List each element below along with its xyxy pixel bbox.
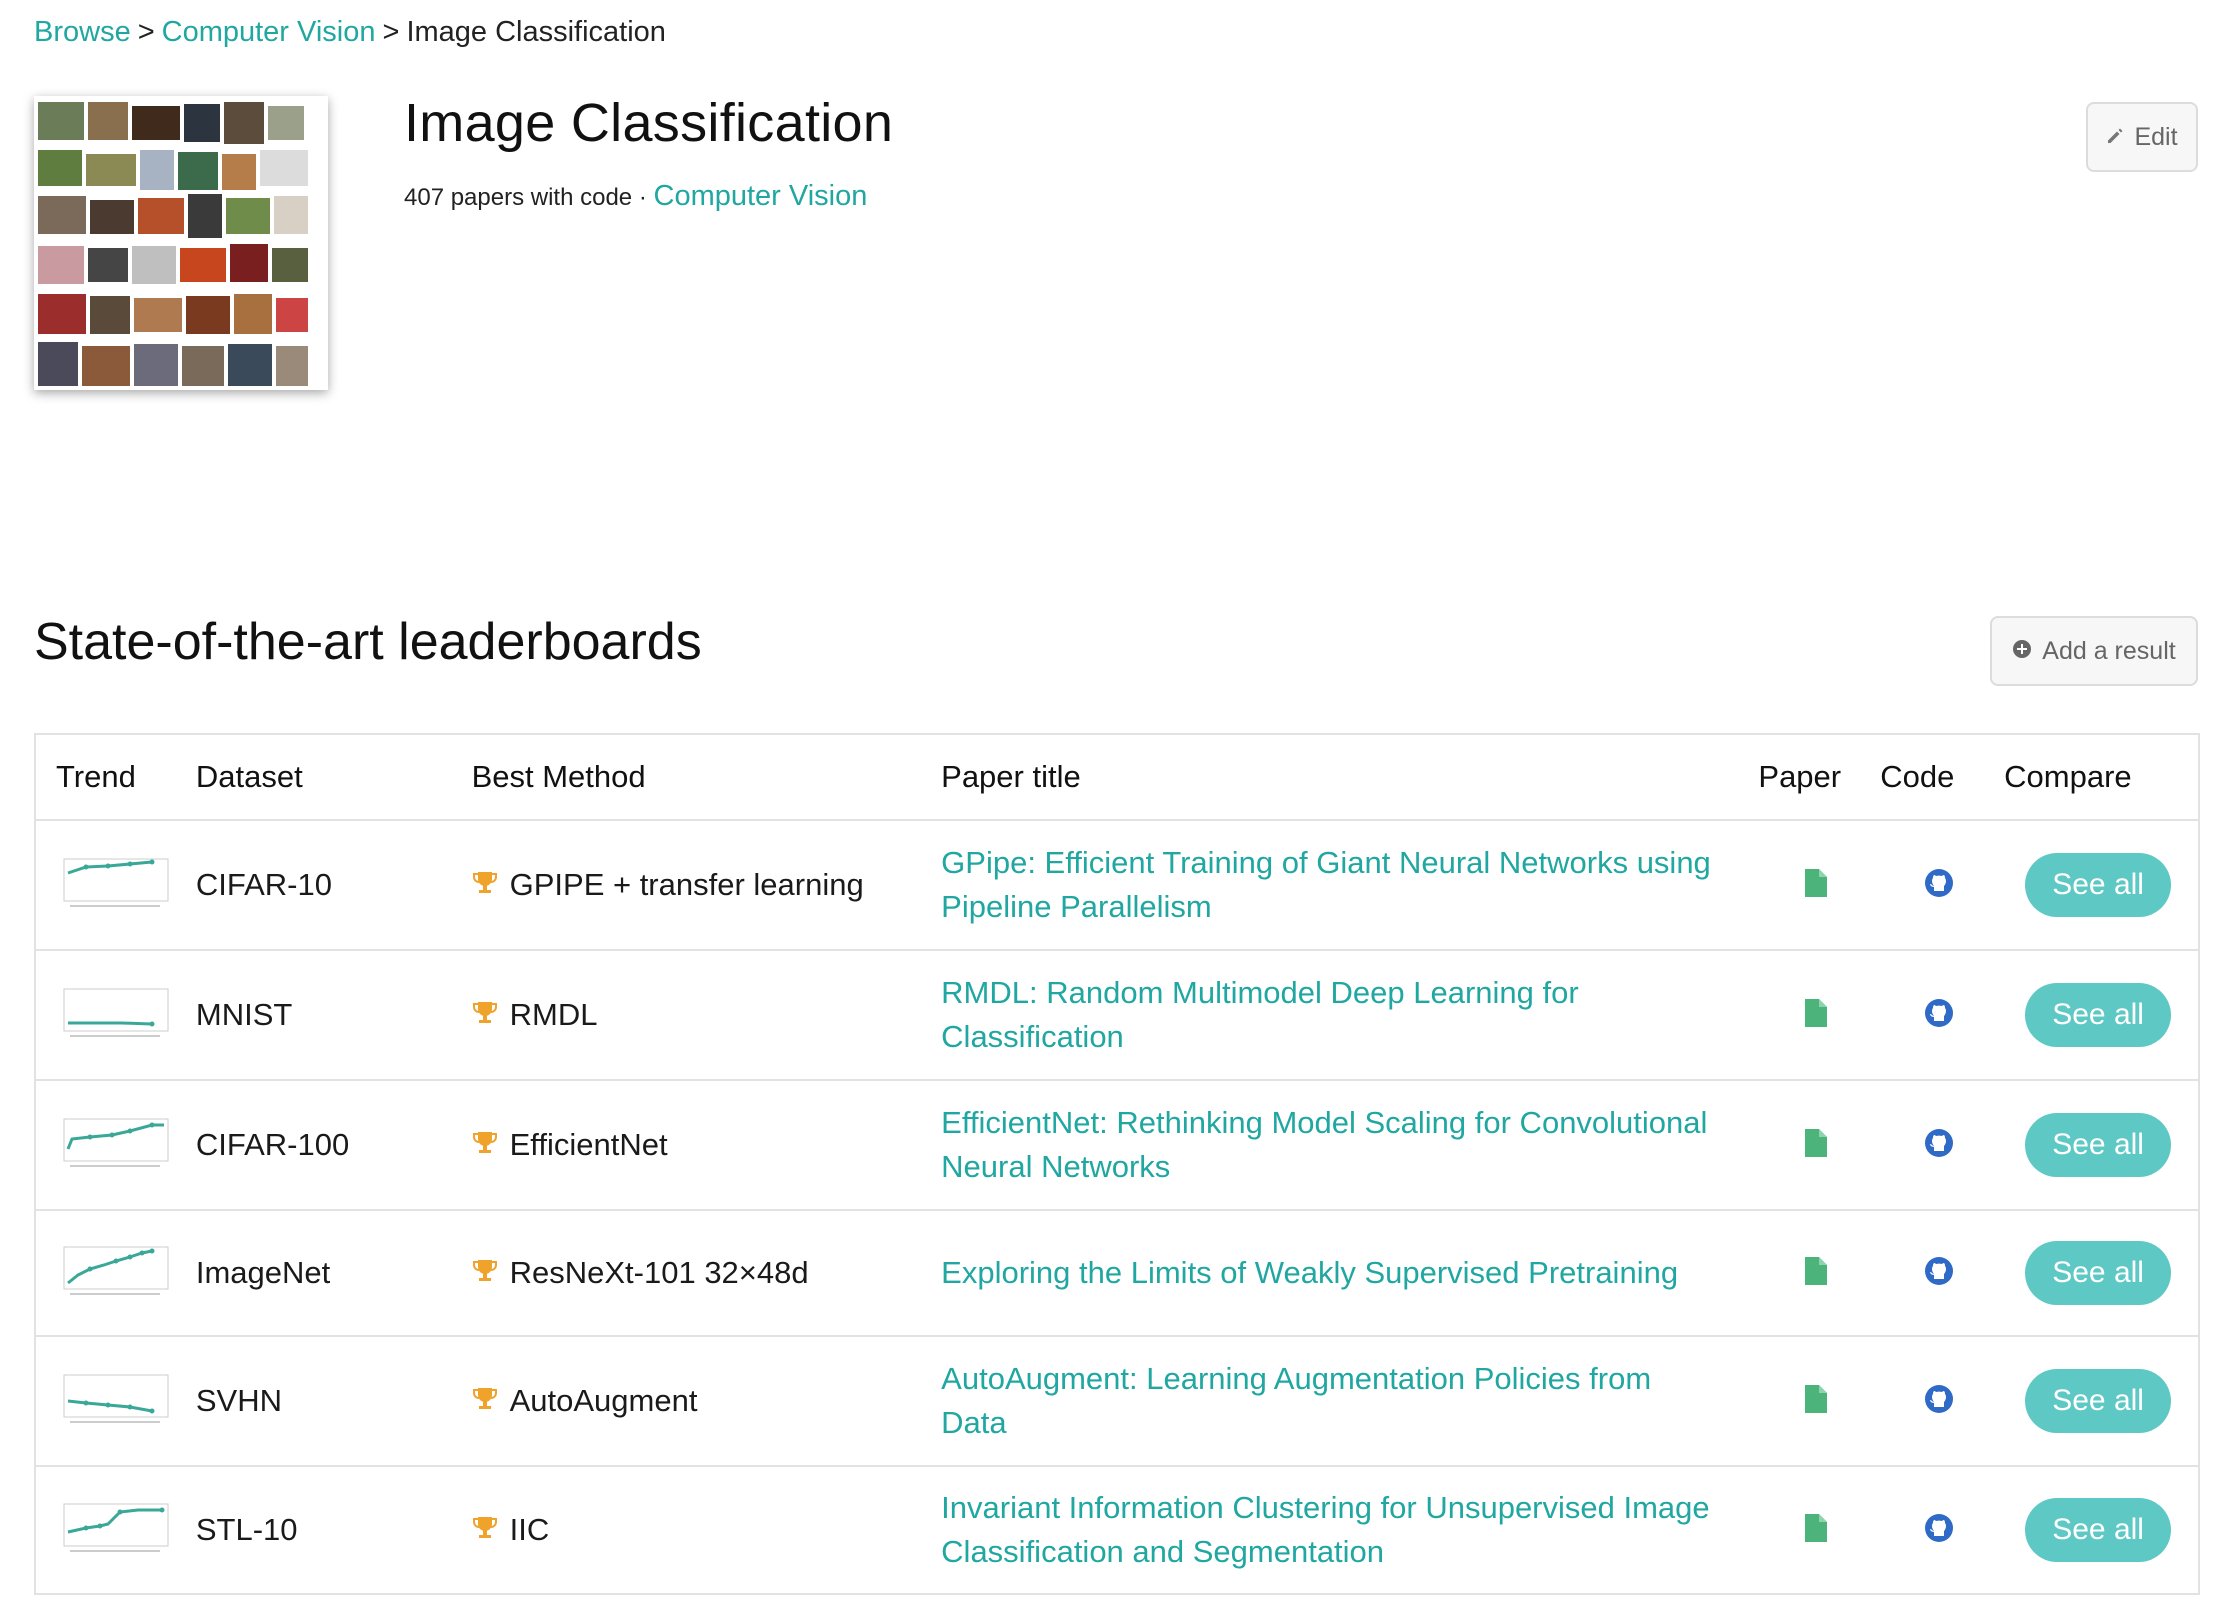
pencil-icon — [2106, 123, 2124, 152]
dataset-name: CIFAR-100 — [195, 1127, 350, 1162]
best-method: ResNeXt-101 32×48d — [472, 1255, 942, 1291]
breadcrumb: Browse > Computer Vision > Image Classificat… — [34, 16, 666, 49]
best-method-label: EfficientNet — [509, 1127, 668, 1162]
file-icon[interactable] — [1805, 1256, 1828, 1290]
column-header-best-method: Best Method — [471, 759, 646, 794]
file-icon[interactable] — [1805, 868, 1828, 902]
paper-title-link[interactable]: RMDL: Random Multimodel Deep Learning fo… — [941, 975, 1579, 1054]
task-thumbnail-image — [34, 96, 328, 390]
trophy-icon — [472, 1255, 498, 1291]
paper-title-link[interactable]: Invariant Information Clustering for Uns… — [941, 1490, 1709, 1569]
paper-title-link[interactable]: AutoAugment: Learning Augmentation Polic… — [941, 1361, 1651, 1440]
github-icon[interactable] — [1924, 1513, 1954, 1548]
see-all-button[interactable]: See all — [2025, 1369, 2172, 1433]
page-title: Image Classification — [404, 93, 894, 153]
table-row: CIFAR-10 GPIPE + transfer learning GPipe… — [36, 821, 2198, 951]
dataset-name: CIFAR-10 — [195, 867, 332, 902]
papers-count: 407 papers with code — [404, 184, 633, 211]
breadcrumb-separator: > — [137, 16, 155, 48]
column-header-dataset: Dataset — [195, 759, 303, 794]
github-icon[interactable] — [1924, 1256, 1954, 1291]
github-icon[interactable] — [1924, 998, 1954, 1033]
paper-title-link[interactable]: GPipe: Efficient Training of Giant Neura… — [941, 845, 1711, 924]
task-subtitle: 407 papers with code · Computer Vision — [404, 180, 867, 213]
best-method: AutoAugment — [472, 1383, 942, 1419]
trophy-icon — [472, 1512, 498, 1548]
table-row: MNIST RMDL RMDL: Random Multimodel Deep … — [36, 951, 2198, 1081]
trophy-icon — [472, 1383, 498, 1419]
column-header-paper-title: Paper title — [941, 759, 1081, 794]
column-header-paper: Paper — [1758, 759, 1842, 794]
paper-title-link[interactable]: EfficientNet: Rethinking Model Scaling f… — [941, 1105, 1707, 1184]
leaderboards-title: State-of-the-art leaderboards — [34, 613, 702, 671]
trend-sparkline[interactable] — [36, 1371, 196, 1432]
dataset-name: STL-10 — [195, 1512, 298, 1547]
file-icon[interactable] — [1805, 1128, 1828, 1162]
column-header-code: Code — [1880, 759, 1955, 794]
trophy-icon — [472, 1127, 498, 1163]
best-method-label: AutoAugment — [509, 1383, 698, 1418]
dataset-name: ImageNet — [195, 1255, 331, 1290]
best-method-label: GPIPE + transfer learning — [509, 867, 864, 902]
file-icon[interactable] — [1805, 1384, 1828, 1418]
edit-button-label: Edit — [2134, 122, 2178, 151]
trend-sparkline[interactable] — [36, 1243, 196, 1304]
breadcrumb-separator: > — [382, 16, 400, 48]
see-all-button[interactable]: See all — [2025, 1498, 2172, 1562]
file-icon[interactable] — [1805, 998, 1828, 1032]
dataset-name: MNIST — [195, 997, 293, 1032]
trend-sparkline[interactable] — [36, 985, 196, 1046]
dataset-name: SVHN — [195, 1383, 283, 1418]
leaderboards-table: Trend Dataset Best Method Paper title Pa… — [34, 733, 2200, 1595]
breadcrumb-computer-vision-link[interactable]: Computer Vision — [162, 16, 376, 48]
best-method: IIC — [472, 1512, 942, 1548]
see-all-button[interactable]: See all — [2025, 983, 2172, 1047]
subtitle-dot: · — [638, 184, 647, 211]
add-result-button[interactable]: Add a result — [1990, 616, 2198, 686]
trend-sparkline[interactable] — [36, 1500, 196, 1561]
best-method-label: ResNeXt-101 32×48d — [509, 1255, 809, 1290]
column-header-trend: Trend — [56, 759, 136, 794]
table-row: SVHN AutoAugment AutoAugment: Learning A… — [36, 1337, 2198, 1467]
see-all-button[interactable]: See all — [2025, 853, 2172, 917]
breadcrumb-current: Image Classification — [406, 16, 666, 48]
column-header-compare: Compare — [2004, 759, 2132, 794]
breadcrumb-browse-link[interactable]: Browse — [34, 16, 131, 48]
add-result-label: Add a result — [2042, 636, 2176, 665]
trend-sparkline[interactable] — [36, 1115, 196, 1176]
github-icon[interactable] — [1924, 1128, 1954, 1163]
trophy-icon — [472, 867, 498, 903]
best-method: RMDL — [472, 997, 942, 1033]
trophy-icon — [472, 997, 498, 1033]
plus-circle-icon — [2012, 637, 2032, 666]
area-link[interactable]: Computer Vision — [654, 180, 868, 212]
paper-title-link[interactable]: Exploring the Limits of Weakly Supervise… — [941, 1255, 1678, 1290]
best-method: GPIPE + transfer learning — [472, 867, 942, 903]
github-icon[interactable] — [1924, 1384, 1954, 1419]
see-all-button[interactable]: See all — [2025, 1113, 2172, 1177]
table-row: ImageNet ResNeXt-101 32×48d Exploring th… — [36, 1211, 2198, 1337]
file-icon[interactable] — [1805, 1513, 1828, 1547]
best-method-label: RMDL — [509, 997, 598, 1032]
best-method-label: IIC — [509, 1512, 550, 1547]
table-row: CIFAR-100 EfficientNet EfficientNet: Ret… — [36, 1081, 2198, 1211]
table-row: STL-10 IIC Invariant Information Cluster… — [36, 1467, 2198, 1595]
trend-sparkline[interactable] — [36, 855, 196, 916]
edit-button[interactable]: Edit — [2086, 102, 2198, 172]
see-all-button[interactable]: See all — [2025, 1241, 2172, 1305]
github-icon[interactable] — [1924, 868, 1954, 903]
table-header-row: Trend Dataset Best Method Paper title Pa… — [36, 735, 2198, 821]
best-method: EfficientNet — [472, 1127, 942, 1163]
